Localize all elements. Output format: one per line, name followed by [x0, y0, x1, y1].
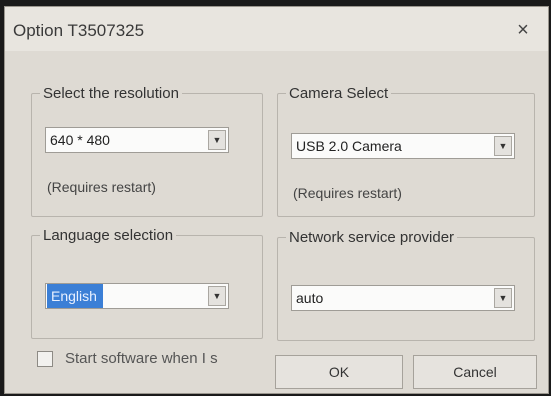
- close-icon[interactable]: ×: [508, 17, 538, 43]
- chevron-down-icon[interactable]: ▼: [494, 288, 512, 308]
- language-value: English: [47, 284, 103, 308]
- resolution-select[interactable]: 640 * 480 ▼: [45, 127, 229, 153]
- chevron-down-icon[interactable]: ▼: [208, 286, 226, 306]
- camera-select[interactable]: USB 2.0 Camera ▼: [291, 133, 515, 159]
- options-dialog: Option T3507325 × Select the resolution …: [4, 6, 549, 394]
- network-select[interactable]: auto ▼: [291, 285, 515, 311]
- camera-restart-note: (Requires restart): [293, 185, 402, 201]
- network-legend: Network service provider: [289, 229, 455, 246]
- resolution-legend: Select the resolution: [43, 85, 179, 102]
- camera-legend: Camera Select: [289, 85, 389, 102]
- dialog-title: Option T3507325: [13, 21, 145, 40]
- resolution-value: 640 * 480: [50, 132, 110, 148]
- network-value: auto: [296, 290, 324, 306]
- chevron-down-icon[interactable]: ▼: [494, 136, 512, 156]
- cancel-button[interactable]: Cancel: [413, 355, 537, 389]
- language-select[interactable]: English ▼: [45, 283, 229, 309]
- title-bar[interactable]: Option T3507325 ×: [5, 7, 548, 51]
- language-legend: Language selection: [43, 227, 174, 244]
- chevron-down-icon[interactable]: ▼: [208, 130, 226, 150]
- ok-button[interactable]: OK: [275, 355, 403, 389]
- start-software-label[interactable]: Start software when I s: [65, 350, 218, 367]
- resolution-restart-note: (Requires restart): [47, 179, 156, 195]
- start-software-checkbox[interactable]: [37, 351, 53, 367]
- camera-value: USB 2.0 Camera: [296, 138, 402, 154]
